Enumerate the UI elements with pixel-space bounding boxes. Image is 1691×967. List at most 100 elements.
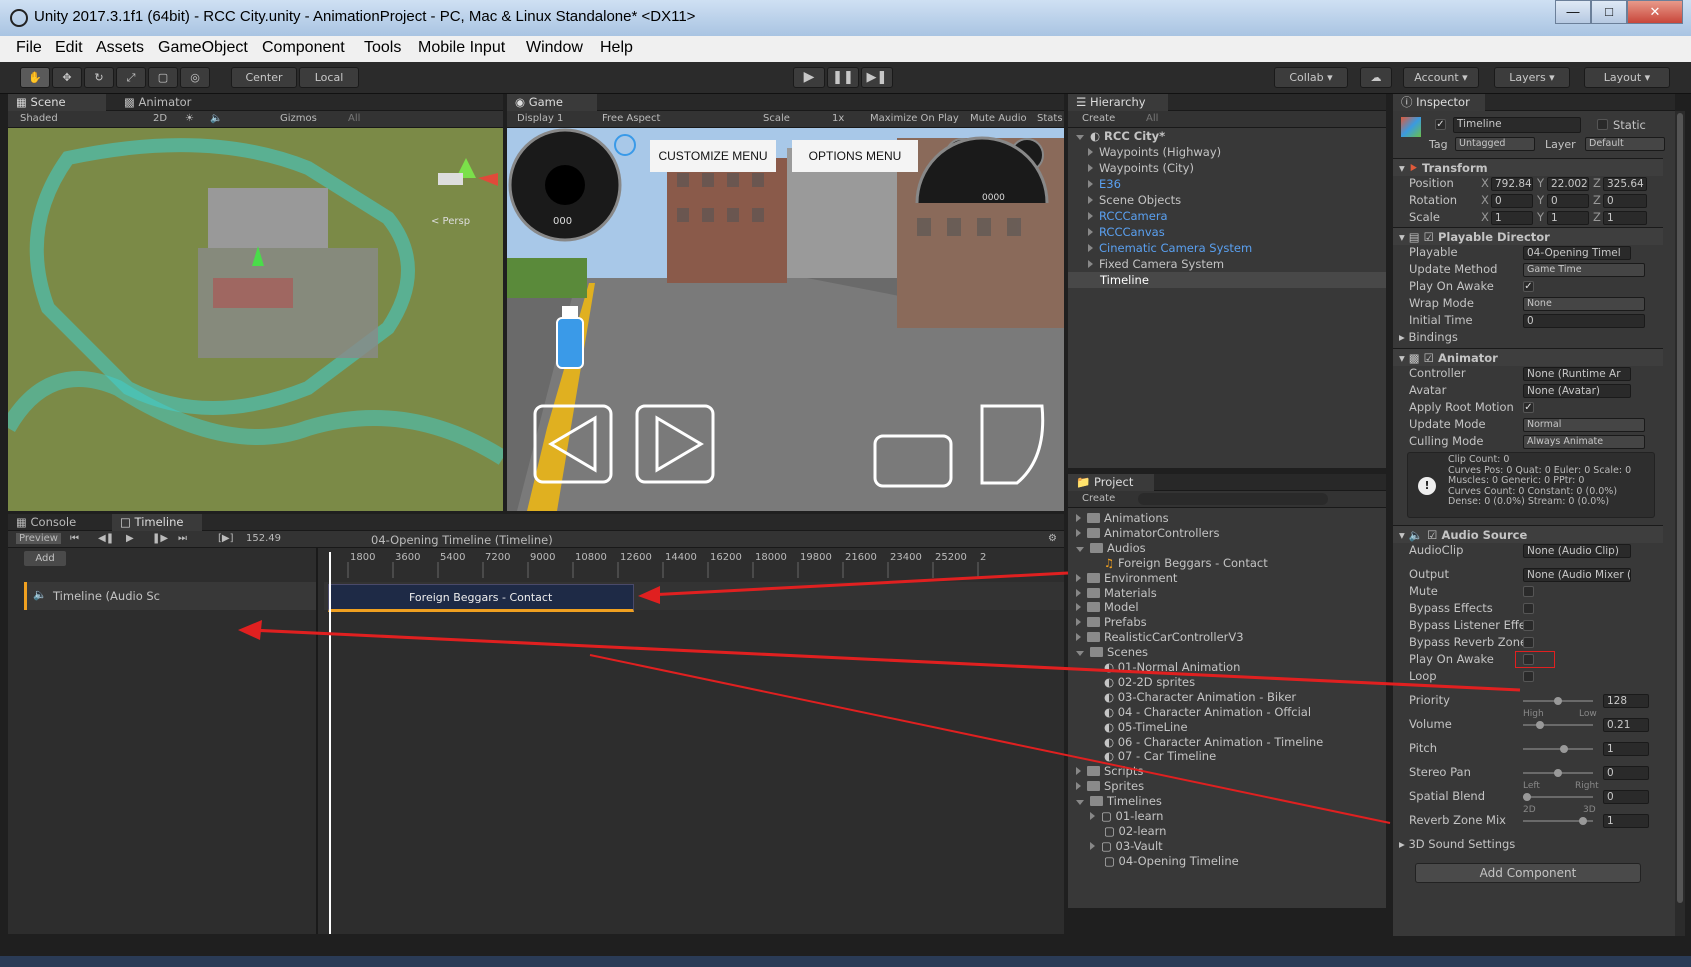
expand-arrow-icon[interactable] xyxy=(1076,633,1081,642)
preview-button[interactable]: Preview xyxy=(16,533,61,544)
minimize-button[interactable]: — xyxy=(1555,0,1591,24)
animator-header[interactable]: ▾ ▩ ☑ Animator xyxy=(1393,348,1663,366)
next-frame-icon[interactable]: ❚▶ xyxy=(152,533,168,544)
scale-value[interactable]: 1x xyxy=(832,113,844,124)
mute-checkbox[interactable] xyxy=(1523,586,1534,597)
hierarchy-item[interactable]: Scene Objects xyxy=(1088,192,1181,208)
playhead[interactable] xyxy=(329,552,331,934)
play-button[interactable]: ▶ xyxy=(793,67,825,88)
stats-toggle[interactable]: Stats xyxy=(1037,113,1063,124)
tab-project[interactable]: 📁 Project xyxy=(1068,474,1154,491)
rotation-z-field[interactable]: 0 xyxy=(1603,194,1647,208)
menu-mobile-input[interactable]: Mobile Input xyxy=(418,39,505,57)
project-item[interactable]: Materials xyxy=(1076,585,1157,601)
bypass-effects-checkbox[interactable] xyxy=(1523,603,1534,614)
project-item[interactable]: Audios xyxy=(1076,540,1146,556)
cloud-icon[interactable]: ☁ xyxy=(1360,67,1392,88)
tab-console[interactable]: ▦ Console xyxy=(8,514,108,531)
project-item[interactable]: ◐ 04 - Character Animation - Offcial xyxy=(1090,704,1311,720)
output-field[interactable]: None (Audio Mixer ( xyxy=(1523,568,1631,582)
hierarchy-item[interactable]: Waypoints (Highway) xyxy=(1088,144,1221,160)
hierarchy-item[interactable]: RCCCamera xyxy=(1088,208,1168,224)
audio-clip[interactable]: Foreign Beggars - Contact xyxy=(328,584,634,612)
expand-arrow-icon[interactable] xyxy=(1076,767,1081,776)
menu-window[interactable]: Window xyxy=(526,39,583,57)
static-checkbox[interactable] xyxy=(1597,119,1608,130)
scale-z-field[interactable]: 1 xyxy=(1603,211,1647,225)
scene-view[interactable]: < Persp xyxy=(8,128,503,511)
priority-slider[interactable] xyxy=(1523,697,1593,705)
go-end-icon[interactable]: ⏭ xyxy=(178,533,187,544)
scale-x-field[interactable]: 1 xyxy=(1491,211,1533,225)
inspector-scrollbar[interactable] xyxy=(1675,111,1685,936)
stereo-pan-field[interactable]: 0 xyxy=(1603,766,1649,780)
step-button[interactable]: ▶❚ xyxy=(861,67,893,88)
position-x-field[interactable]: 792.84 xyxy=(1491,177,1533,191)
pause-button[interactable]: ❚❚ xyxy=(827,67,859,88)
maximize-button[interactable]: □ xyxy=(1591,0,1627,24)
rotation-y-field[interactable]: 0 xyxy=(1547,194,1589,208)
hierarchy-item[interactable]: RCCCanvas xyxy=(1088,224,1165,240)
update-method-dropdown[interactable]: Game Time xyxy=(1523,263,1645,277)
project-item[interactable]: Scripts xyxy=(1076,763,1143,779)
move-tool-icon[interactable]: ✥ xyxy=(52,67,82,88)
position-z-field[interactable]: 325.64 xyxy=(1603,177,1647,191)
audio-source-header[interactable]: ▾ 🔈 ☑ Audio Source xyxy=(1393,525,1663,543)
expand-arrow-icon[interactable] xyxy=(1076,573,1081,582)
tag-dropdown[interactable]: Untagged xyxy=(1455,137,1535,151)
project-item[interactable]: Model xyxy=(1076,599,1139,615)
controller-field[interactable]: None (Runtime Ar xyxy=(1523,367,1631,381)
menu-gameobject[interactable]: GameObject xyxy=(158,39,248,57)
close-button[interactable]: ✕ xyxy=(1627,0,1683,24)
update-mode-dropdown[interactable]: Normal xyxy=(1523,418,1645,432)
project-item[interactable]: ◐ 07 - Car Timeline xyxy=(1090,748,1216,764)
gameobject-name-input[interactable]: Timeline xyxy=(1453,117,1581,133)
game-view[interactable]: 000 0000 CUSTOMIZE MENU OPTIONS MENU xyxy=(507,128,1064,511)
play-timeline-icon[interactable]: ▶ xyxy=(126,533,134,544)
bindings-foldout[interactable]: ▸ Bindings xyxy=(1393,329,1663,346)
expand-arrow-icon[interactable] xyxy=(1088,260,1093,268)
transform-header[interactable]: ▾ ⯈ Transform xyxy=(1393,158,1663,176)
go-start-icon[interactable]: ⏮ xyxy=(70,533,79,544)
audioclip-field[interactable]: None (Audio Clip) xyxy=(1523,544,1631,558)
expand-arrow-icon[interactable] xyxy=(1088,244,1093,252)
hand-tool-icon[interactable]: ✋ xyxy=(20,67,50,88)
active-checkbox[interactable]: ✓ xyxy=(1435,119,1446,130)
prev-frame-icon[interactable]: ◀❚ xyxy=(98,533,114,544)
menu-component[interactable]: Component xyxy=(262,39,345,57)
layout-button[interactable]: Layout ▾ xyxy=(1584,67,1670,88)
light-toggle-icon[interactable]: ☀ xyxy=(185,113,194,124)
layer-dropdown[interactable]: Default xyxy=(1585,137,1665,151)
expand-arrow-icon[interactable] xyxy=(1076,618,1081,627)
pivot-local-button[interactable]: Local xyxy=(299,67,359,88)
project-item[interactable]: ▢ 01-learn xyxy=(1090,808,1163,824)
track-header[interactable]: 🔈 Timeline (Audio Sc xyxy=(24,582,316,610)
project-item[interactable]: RealisticCarControllerV3 xyxy=(1076,629,1244,645)
mode-2d-button[interactable]: 2D xyxy=(153,113,167,124)
display-dropdown[interactable]: Display 1 xyxy=(517,113,563,124)
expand-arrow-icon[interactable] xyxy=(1088,164,1093,172)
options-menu-button[interactable]: OPTIONS MENU xyxy=(792,140,918,172)
hierarchy-search-input[interactable]: All xyxy=(1146,113,1158,124)
customize-menu-button[interactable]: CUSTOMIZE MENU xyxy=(650,140,776,172)
project-item[interactable]: ▢ 04-Opening Timeline xyxy=(1090,853,1239,869)
project-item[interactable]: Sprites xyxy=(1076,778,1144,794)
culling-mode-dropdown[interactable]: Always Animate xyxy=(1523,435,1645,449)
project-item[interactable]: ♫ Foreign Beggars - Contact xyxy=(1090,555,1268,571)
expand-arrow-icon[interactable] xyxy=(1076,603,1081,612)
expand-arrow-icon[interactable] xyxy=(1088,196,1093,204)
rotation-x-field[interactable]: 0 xyxy=(1491,194,1533,208)
hierarchy-item[interactable]: Waypoints (City) xyxy=(1088,160,1194,176)
loop-checkbox[interactable] xyxy=(1523,671,1534,682)
menu-file[interactable]: File xyxy=(16,39,42,57)
scale-tool-icon[interactable]: ⤢ xyxy=(116,67,146,88)
project-item[interactable]: ◐ 01-Normal Animation xyxy=(1090,659,1240,675)
project-item[interactable]: ▢ 02-learn xyxy=(1090,823,1166,839)
director-play-on-awake-checkbox[interactable]: ✓ xyxy=(1523,281,1534,292)
expand-arrow-icon[interactable] xyxy=(1090,841,1095,850)
expand-arrow-icon[interactable] xyxy=(1076,528,1081,537)
expand-arrow-icon[interactable] xyxy=(1076,546,1084,552)
audio-toggle-icon[interactable]: 🔈 xyxy=(210,113,222,124)
tab-hierarchy[interactable]: ☰ Hierarchy xyxy=(1068,94,1168,111)
project-item[interactable]: Animations xyxy=(1076,510,1169,526)
